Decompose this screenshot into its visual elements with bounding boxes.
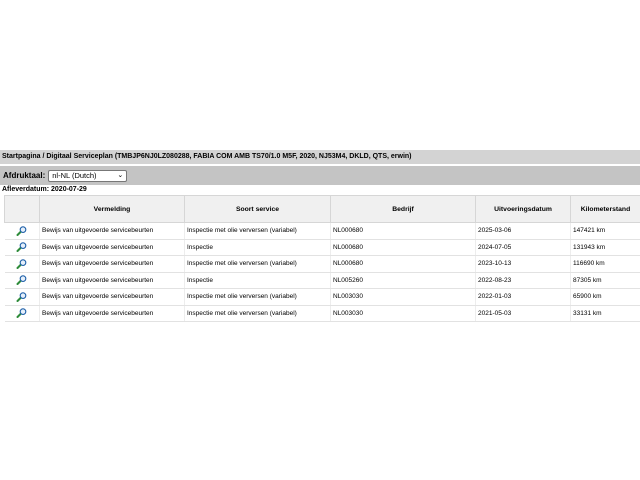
- cell-mileage: 33131 km: [570, 305, 640, 322]
- cell-description: Bewijs van uitgevoerde servicebeurten: [39, 222, 185, 240]
- language-bar: Afdruktaal: nl-NL (Dutch) ⌄: [0, 166, 640, 185]
- breadcrumb: Startpagina / Digitaal Serviceplan (TMBJ…: [0, 150, 640, 164]
- table-row[interactable]: Bewijs van uitgevoerde servicebeurten Ins…: [4, 255, 640, 273]
- cell-company: NL000680: [330, 239, 476, 256]
- cell-date: 2022-01-03: [475, 288, 571, 306]
- cell-company: NL005260: [330, 272, 476, 289]
- delivery-date: Afleverdatum: 2020-07-29: [2, 186, 87, 193]
- cell-description: Bewijs van uitgevoerde servicebeurten: [39, 288, 185, 306]
- cell-service-type: Inspectie met olie verversen (variabel): [184, 288, 331, 306]
- language-select[interactable]: nl-NL (Dutch) ⌄: [48, 169, 128, 182]
- cell-description: Bewijs van uitgevoerde servicebeurten: [39, 255, 185, 273]
- cell-description: Bewijs van uitgevoerde servicebeurten: [39, 239, 185, 256]
- service-table: Vermelding Soort service Bedrijf Uitvoer…: [4, 195, 640, 322]
- page: Startpagina / Digitaal Serviceplan (TMBJ…: [0, 0, 640, 480]
- cell-mileage: 147421 km: [570, 222, 640, 240]
- row-detail-button[interactable]: [4, 272, 40, 289]
- table-row[interactable]: Bewijs van uitgevoerde servicebeurten Ins…: [4, 288, 640, 306]
- magnifier-icon: [16, 225, 27, 236]
- language-select-value: nl-NL (Dutch): [52, 170, 97, 180]
- cell-date: 2021-05-03: [475, 305, 571, 322]
- cell-service-type: Inspectie met olie verversen (variabel): [184, 255, 331, 273]
- row-detail-button[interactable]: [4, 255, 40, 273]
- cell-mileage: 87305 km: [570, 272, 640, 289]
- cell-mileage: 131943 km: [570, 239, 640, 256]
- cell-date: 2025-03-06: [475, 222, 571, 240]
- magnifier-icon: [16, 291, 27, 302]
- cell-mileage: 116690 km: [570, 255, 640, 273]
- cell-company: NL003030: [330, 305, 476, 322]
- header-icon: [4, 195, 40, 223]
- cell-description: Bewijs van uitgevoerde servicebeurten: [39, 272, 185, 289]
- magnifier-icon: [16, 308, 27, 319]
- cell-date: 2023-10-13: [475, 255, 571, 273]
- cell-date: 2024-07-05: [475, 239, 571, 256]
- row-detail-button[interactable]: [4, 305, 40, 322]
- cell-company: NL000680: [330, 255, 476, 273]
- header-company[interactable]: Bedrijf: [330, 195, 476, 223]
- row-detail-button[interactable]: [4, 288, 40, 306]
- table-row[interactable]: Bewijs van uitgevoerde servicebeurten Ins…: [4, 305, 640, 322]
- row-detail-button[interactable]: [4, 222, 40, 240]
- table-header-row: Vermelding Soort service Bedrijf Uitvoer…: [4, 195, 640, 223]
- table-row[interactable]: Bewijs van uitgevoerde servicebeurten Ins…: [4, 222, 640, 240]
- chevron-down-icon: ⌄: [117, 171, 124, 179]
- cell-service-type: Inspectie met olie verversen (variabel): [184, 222, 331, 240]
- header-date[interactable]: Uitvoeringsdatum: [475, 195, 571, 223]
- table-row[interactable]: Bewijs van uitgevoerde servicebeurten Ins…: [4, 272, 640, 289]
- row-detail-button[interactable]: [4, 239, 40, 256]
- table-row[interactable]: Bewijs van uitgevoerde servicebeurten Ins…: [4, 239, 640, 256]
- header-description[interactable]: Vermelding: [39, 195, 185, 223]
- header-service-type[interactable]: Soort service: [184, 195, 331, 223]
- magnifier-icon: [16, 242, 27, 253]
- cell-company: NL003030: [330, 288, 476, 306]
- language-label: Afdruktaal:: [3, 171, 46, 180]
- cell-company: NL000680: [330, 222, 476, 240]
- header-mileage[interactable]: Kilometerstand: [570, 195, 640, 223]
- magnifier-icon: [16, 275, 27, 286]
- cell-description: Bewijs van uitgevoerde servicebeurten: [39, 305, 185, 322]
- cell-service-type: Inspectie: [184, 239, 331, 256]
- cell-service-type: Inspectie met olie verversen (variabel): [184, 305, 331, 322]
- cell-date: 2022-08-23: [475, 272, 571, 289]
- magnifier-icon: [16, 258, 27, 269]
- cell-service-type: Inspectie: [184, 272, 331, 289]
- cell-mileage: 65900 km: [570, 288, 640, 306]
